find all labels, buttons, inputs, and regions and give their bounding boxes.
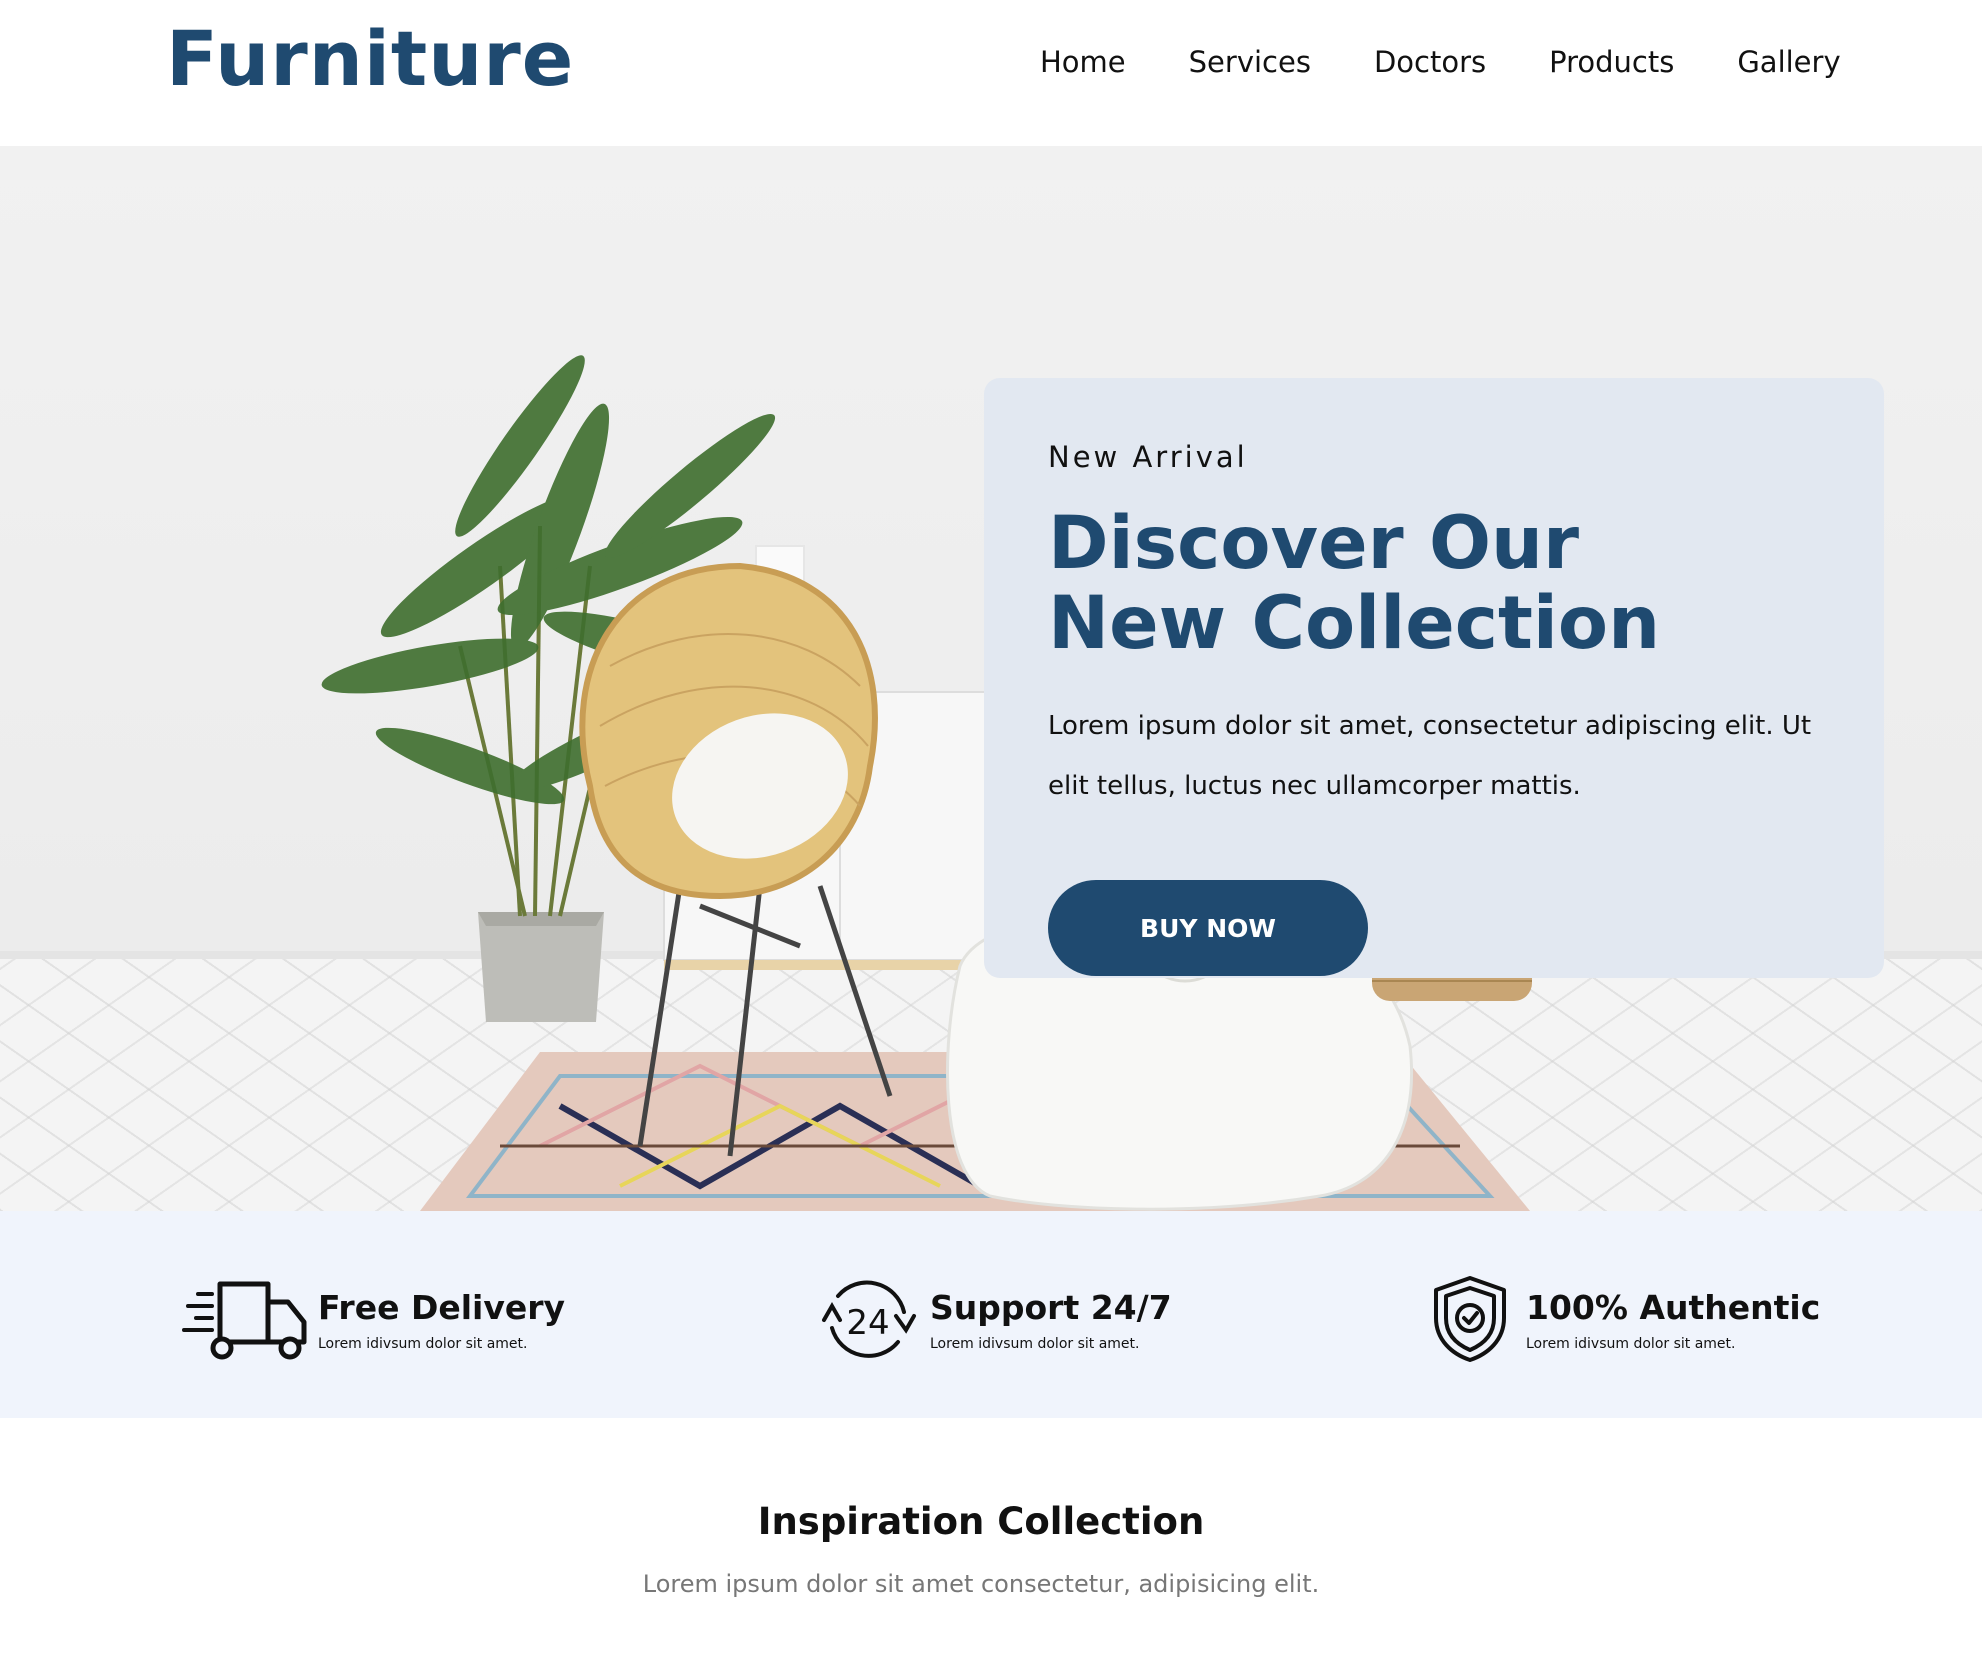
svg-text:24: 24 bbox=[846, 1303, 889, 1343]
nav-doctors-link[interactable]: Doctors bbox=[1374, 42, 1486, 82]
nav-home-link[interactable]: Home bbox=[1040, 42, 1126, 82]
feature-title: Free Delivery bbox=[318, 1288, 566, 1327]
hero-section: New Arrival Discover Our New Collection … bbox=[0, 146, 1982, 1211]
shield-check-icon bbox=[1434, 1276, 1506, 1362]
nav-gallery-link[interactable]: Gallery bbox=[1737, 42, 1840, 82]
feature-title: Support 24/7 bbox=[930, 1288, 1172, 1327]
nav-products-link[interactable]: Products bbox=[1549, 42, 1674, 82]
feature-desc: Lorem idivsum dolor sit amet. bbox=[318, 1336, 528, 1352]
feature-desc: Lorem idivsum dolor sit amet. bbox=[930, 1336, 1140, 1352]
nav-services-link[interactable]: Services bbox=[1189, 42, 1311, 82]
promo-headline-line1: Discover Our bbox=[1048, 501, 1580, 586]
main-nav: Home Services Doctors Products Gallery bbox=[1040, 42, 1841, 82]
promo-body: Lorem ipsum dolor sit amet, consectetur … bbox=[1048, 711, 1812, 801]
feature-desc: Lorem idivsum dolor sit amet. bbox=[1526, 1336, 1736, 1352]
inspiration-title: Inspiration Collection bbox=[757, 1500, 1205, 1543]
buy-now-button[interactable]: BUY NOW bbox=[1048, 880, 1368, 976]
promo-card: New Arrival Discover Our New Collection … bbox=[984, 378, 1884, 978]
support-24-icon: 24 bbox=[822, 1280, 916, 1358]
promo-headline: Discover Our New Collection bbox=[1048, 504, 1848, 664]
promo-eyebrow: New Arrival bbox=[1048, 440, 1248, 474]
brand-logo[interactable]: Furniture bbox=[166, 14, 574, 104]
promo-headline-line2: New Collection bbox=[1048, 581, 1661, 666]
delivery-truck-icon bbox=[182, 1281, 307, 1360]
feature-title: 100% Authentic bbox=[1526, 1288, 1821, 1327]
site-header: Furniture Home Services Doctors Products… bbox=[0, 0, 1982, 146]
features-strip: Free Delivery Lorem idivsum dolor sit am… bbox=[0, 1211, 1982, 1418]
inspiration-subtitle: Lorem ipsum dolor sit amet consectetur, … bbox=[642, 1570, 1320, 1598]
